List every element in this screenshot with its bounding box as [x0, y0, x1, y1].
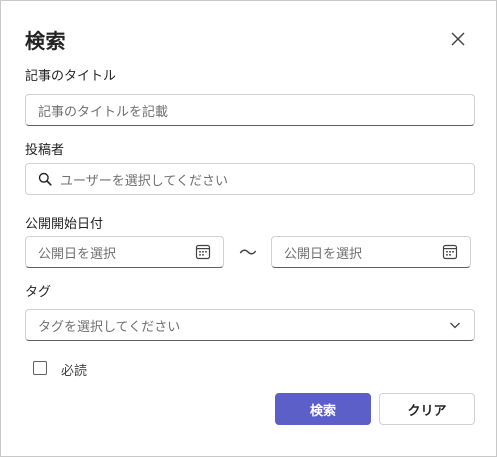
- calendar-icon[interactable]: [442, 244, 458, 260]
- date-range-separator: ～: [239, 243, 257, 264]
- article-title-placeholder: 記事のタイトルを記載: [38, 104, 169, 120]
- dialog-title: 検索: [25, 29, 66, 53]
- tags-placeholder: タグを選択してください: [38, 319, 181, 335]
- chevron-down-icon: [450, 322, 460, 329]
- required-reading-label: 必読: [61, 364, 88, 379]
- required-reading-checkbox[interactable]: [33, 361, 47, 375]
- clear-button[interactable]: クリア: [379, 393, 475, 425]
- calendar-icon[interactable]: [195, 244, 211, 260]
- author-label: 投稿者: [25, 143, 65, 158]
- publish-end-date-picker[interactable]: 公開日を選択: [271, 236, 471, 268]
- search-icon: [38, 172, 52, 186]
- tags-dropdown[interactable]: タグを選択してください: [25, 309, 475, 341]
- close-icon: [451, 32, 465, 46]
- article-title-label: 記事のタイトル: [25, 69, 117, 84]
- publish-start-date-picker[interactable]: 公開日を選択: [25, 236, 224, 268]
- author-search-input[interactable]: ユーザーを選択してください: [25, 163, 475, 195]
- search-button[interactable]: 検索: [275, 393, 371, 425]
- tags-label: タグ: [25, 285, 52, 300]
- article-title-input[interactable]: 記事のタイトルを記載: [25, 94, 475, 126]
- author-placeholder: ユーザーを選択してください: [60, 173, 228, 189]
- publish-date-label: 公開開始日付: [25, 217, 104, 232]
- close-button[interactable]: [447, 28, 469, 50]
- search-dialog: 検索 記事のタイトル 記事のタイトルを記載 投稿者 ユーザーを選択してください …: [0, 0, 497, 457]
- publish-end-placeholder: 公開日を選択: [284, 246, 363, 262]
- publish-start-placeholder: 公開日を選択: [38, 246, 117, 262]
